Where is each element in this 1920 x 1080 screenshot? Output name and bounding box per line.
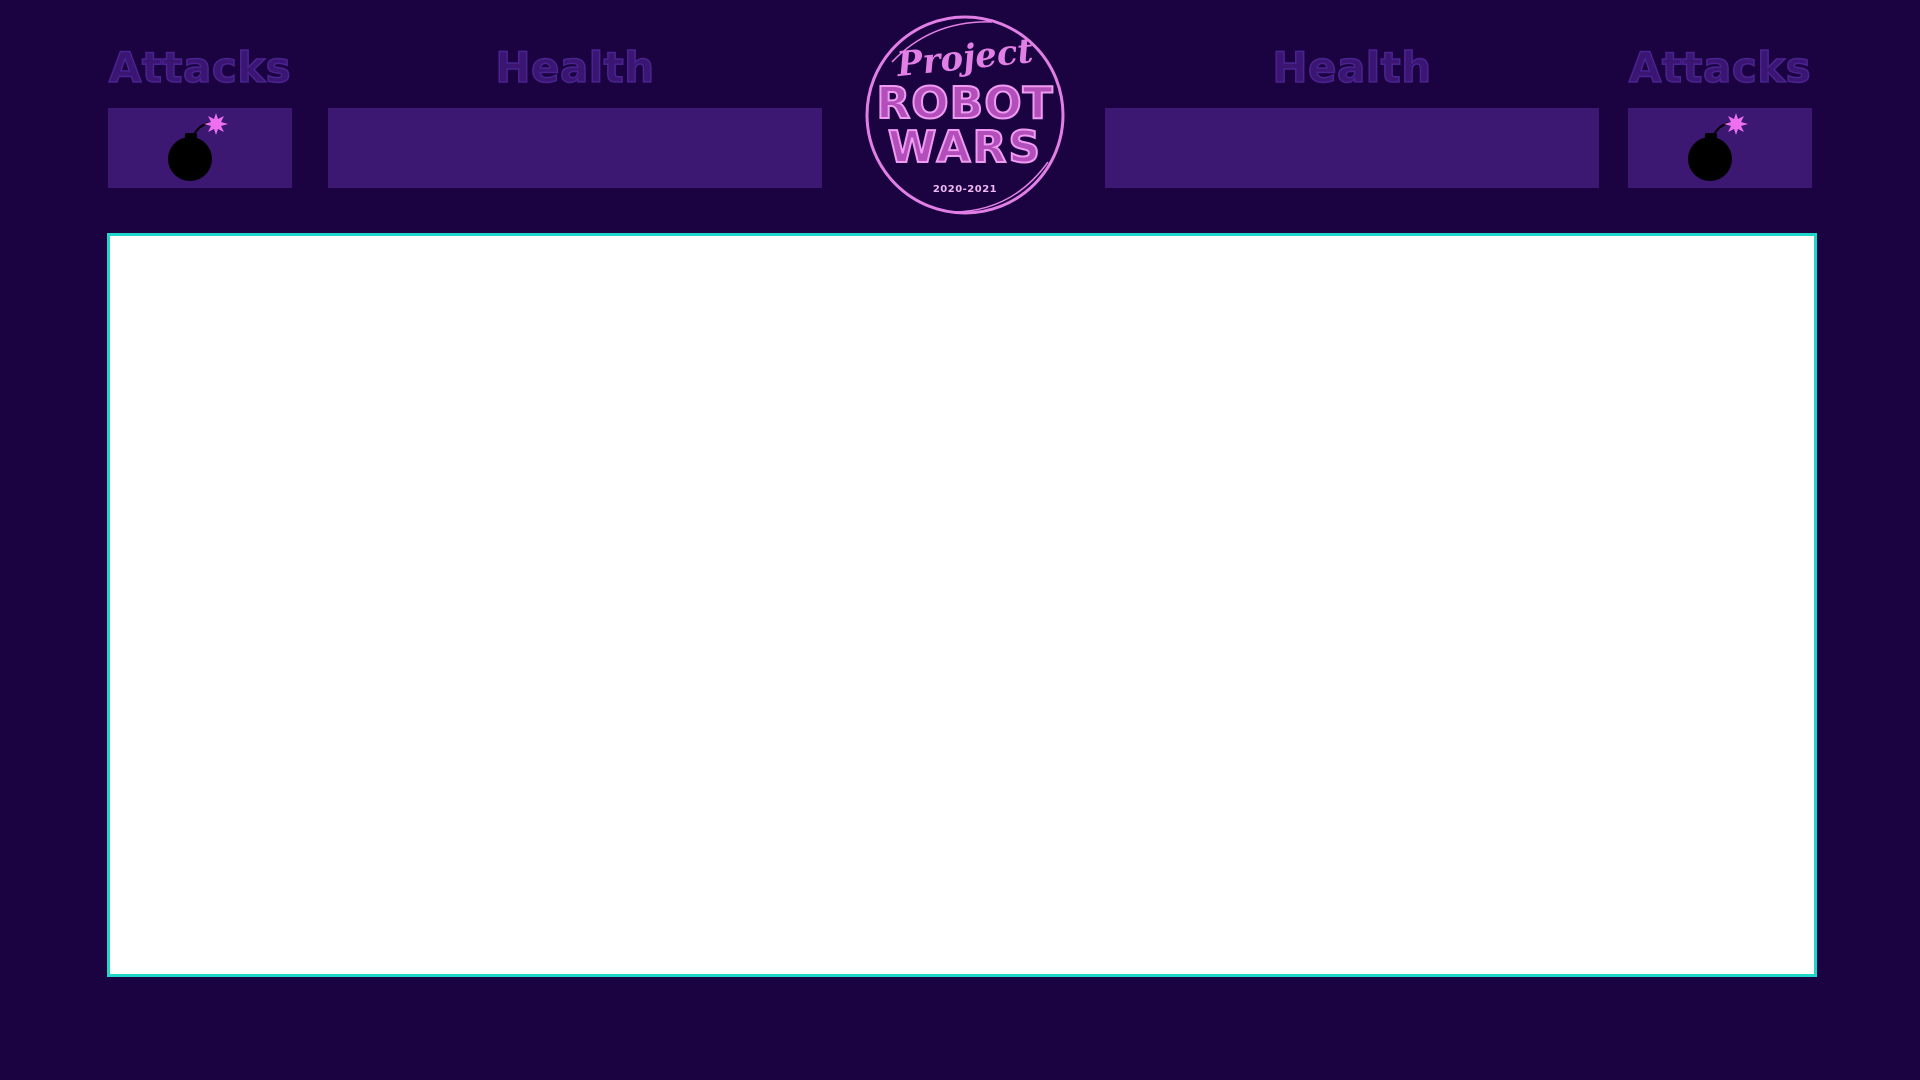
- right-health-label: Health: [1272, 42, 1432, 93]
- battle-arena[interactable]: [107, 233, 1817, 977]
- left-health-bar: [328, 108, 822, 188]
- bomb-icon[interactable]: [1686, 113, 1756, 183]
- left-health-label: Health: [495, 42, 655, 93]
- logo-wars-text: WARS: [887, 122, 1043, 173]
- project-robot-wars-logo: Project ROBOT WARS 2020-2021: [862, 12, 1068, 218]
- left-attacks-label: Attacks: [108, 42, 292, 93]
- right-attacks-label: Attacks: [1628, 42, 1812, 93]
- game-screen: Attacks Health Project ROBOT WARS 2020-2…: [0, 0, 1920, 1080]
- bomb-icon[interactable]: [166, 113, 236, 183]
- right-attacks-panel[interactable]: [1628, 108, 1812, 188]
- right-health-bar: [1105, 108, 1599, 188]
- logo-robot-text: ROBOT: [875, 78, 1054, 129]
- logo-years-text: 2020-2021: [932, 184, 998, 195]
- left-attacks-panel[interactable]: [108, 108, 292, 188]
